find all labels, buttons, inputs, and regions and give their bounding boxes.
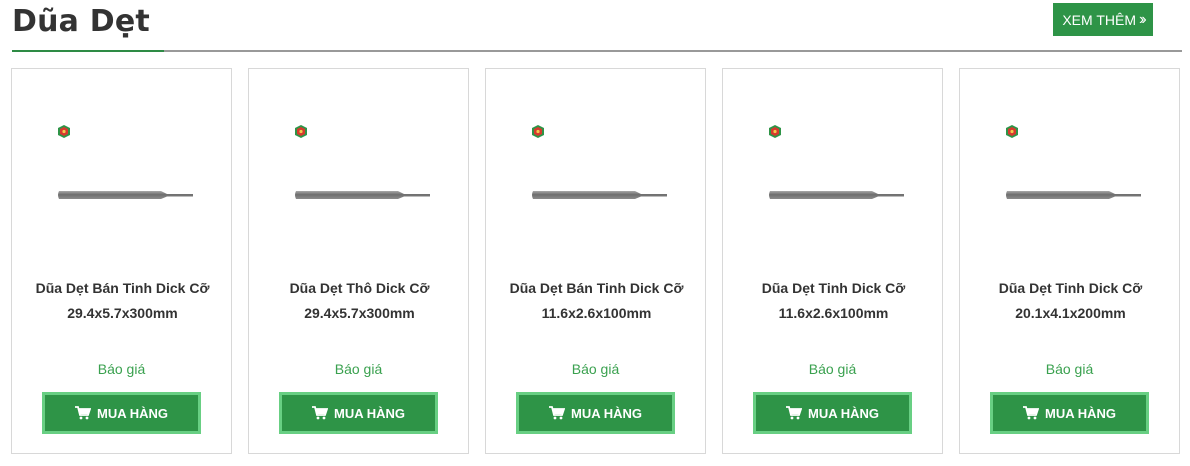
buy-button-label: MUA HÀNG [1044, 405, 1116, 421]
product-price: Báo giá [1045, 361, 1094, 377]
cart-icon [1022, 406, 1039, 420]
product-price: Báo giá [334, 361, 383, 377]
product-size: 11.6x2.6x100mm [541, 305, 652, 321]
product-size: 11.6x2.6x100mm [778, 305, 889, 321]
brand-logo-icon [1006, 125, 1018, 138]
header-divider [12, 50, 1182, 52]
flat-file-image [1006, 191, 1141, 199]
buy-button[interactable]: MUA HÀNG [753, 392, 912, 434]
product-title-line: Dũa Dẹt Bán Tinh Dick Cỡ [35, 280, 210, 296]
buy-button[interactable]: MUA HÀNG [42, 392, 201, 434]
section-header: Dũa Dẹt XEM THÊM ›› [0, 0, 1190, 52]
flat-file-image [769, 191, 904, 199]
product-card[interactable]: Dũa Dẹt Bán Tinh Dick Cỡ 29.4x5.7x300mm … [11, 68, 232, 454]
cart-icon [311, 406, 328, 420]
buy-button-label: MUA HÀNG [96, 405, 168, 421]
product-title[interactable]: Dũa Dẹt Tinh Dick Cỡ 11.6x2.6x100mm [729, 276, 938, 326]
product-grid: Dũa Dẹt Bán Tinh Dick Cỡ 29.4x5.7x300mm … [11, 68, 1182, 454]
product-title-line: Dũa Dẹt Tinh Dick Cỡ [761, 280, 906, 296]
product-card[interactable]: Dũa Dẹt Bán Tinh Dick Cỡ 11.6x2.6x100mm … [485, 68, 706, 454]
product-title[interactable]: Dũa Dẹt Bán Tinh Dick Cỡ 29.4x5.7x300mm [18, 276, 227, 326]
product-title[interactable]: Dũa Dẹt Tinh Dick Cỡ 20.1x4.1x200mm [966, 276, 1175, 326]
brand-logo-icon [295, 125, 307, 138]
product-size: 29.4x5.7x300mm [304, 305, 415, 321]
brand-logo-icon [58, 125, 70, 138]
brand-logo-icon [532, 125, 544, 138]
buy-button-label: MUA HÀNG [807, 405, 879, 421]
flat-file-image [58, 191, 193, 199]
product-price: Báo giá [97, 361, 146, 377]
product-title[interactable]: Dũa Dẹt Thô Dick Cỡ 29.4x5.7x300mm [255, 276, 464, 326]
product-image[interactable] [961, 70, 1180, 260]
product-size: 29.4x5.7x300mm [67, 305, 178, 321]
buy-button[interactable]: MUA HÀNG [516, 392, 675, 434]
product-image[interactable] [487, 70, 706, 260]
view-more-label: XEM THÊM [1062, 11, 1136, 28]
view-more-button[interactable]: XEM THÊM ›› [1053, 3, 1153, 36]
buy-button[interactable]: MUA HÀNG [990, 392, 1149, 434]
product-card[interactable]: Dũa Dẹt Tinh Dick Cỡ 20.1x4.1x200mm Báo … [959, 68, 1180, 454]
cart-icon [74, 406, 91, 420]
header-divider-accent [12, 50, 164, 52]
buy-button-label: MUA HÀNG [333, 405, 405, 421]
product-card[interactable]: Dũa Dẹt Tinh Dick Cỡ 11.6x2.6x100mm Báo … [722, 68, 943, 454]
flat-file-image [532, 191, 667, 199]
cart-icon [548, 406, 565, 420]
product-title-line: Dũa Dẹt Thô Dick Cỡ [289, 280, 430, 296]
product-image[interactable] [250, 70, 469, 260]
buy-button-label: MUA HÀNG [570, 405, 642, 421]
brand-logo-icon [769, 125, 781, 138]
product-price: Báo giá [571, 361, 620, 377]
product-title[interactable]: Dũa Dẹt Bán Tinh Dick Cỡ 11.6x2.6x100mm [492, 276, 701, 326]
product-title-line: Dũa Dẹt Tinh Dick Cỡ [998, 280, 1143, 296]
product-size: 20.1x4.1x200mm [1015, 305, 1126, 321]
cart-icon [785, 406, 802, 420]
product-image[interactable] [13, 70, 232, 260]
section-title: Dũa Dẹt [12, 4, 150, 39]
product-price: Báo giá [808, 361, 857, 377]
product-title-line: Dũa Dẹt Bán Tinh Dick Cỡ [509, 280, 684, 296]
buy-button[interactable]: MUA HÀNG [279, 392, 438, 434]
product-card[interactable]: Dũa Dẹt Thô Dick Cỡ 29.4x5.7x300mm Báo g… [248, 68, 469, 454]
flat-file-image [295, 191, 430, 199]
product-image[interactable] [724, 70, 943, 260]
double-chevron-right-icon: ›› [1138, 10, 1146, 28]
